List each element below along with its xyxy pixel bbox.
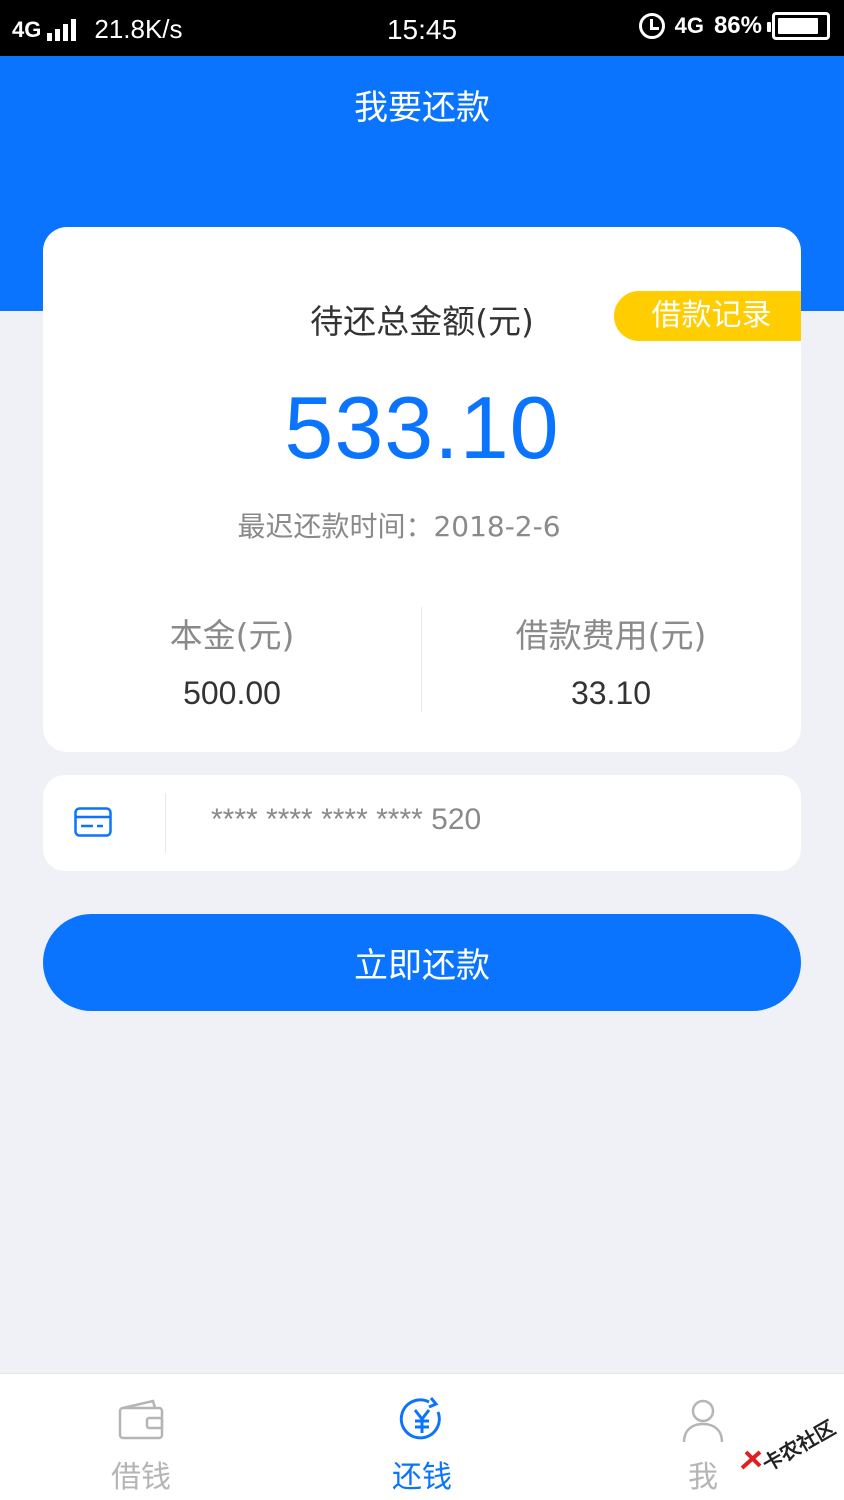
tab-borrow[interactable]: 借钱 <box>41 1374 241 1500</box>
fee-value: 33.10 <box>570 675 652 711</box>
tab-bar: 借钱 还钱 我 <box>0 1373 844 1500</box>
wallet-icon <box>118 1399 164 1440</box>
user-icon <box>682 1399 724 1443</box>
status-bar: 4G 21.8K/s 15:45 4G 86% <box>0 0 844 56</box>
yuan-repay-icon <box>399 1397 441 1440</box>
bank-card-icon <box>74 807 112 837</box>
page-title: 我要还款 <box>354 88 490 128</box>
tab-borrow-label: 借钱 <box>111 1460 171 1495</box>
network-type-right: 4G <box>674 13 704 38</box>
repayment-summary-card: 待还总金额(元) 借款记录 533.10 最迟还款时间：2018-2-6 本金(… <box>43 227 801 752</box>
bank-card-number: **** **** **** **** 520 <box>211 803 482 836</box>
principal-value: 500.00 <box>183 675 281 711</box>
bank-card-selector[interactable]: **** **** **** **** 520 <box>43 775 801 871</box>
fee-block: 借款费用(元) 33.10 <box>421 609 801 712</box>
card-divider <box>165 793 166 853</box>
watermark-text: 卡农社区 <box>758 1415 840 1477</box>
principal-label: 本金(元) <box>169 616 295 655</box>
tab-repay-label: 还钱 <box>392 1460 452 1495</box>
due-date: 最迟还款时间：2018-2-6 <box>237 510 561 543</box>
battery-percent: 86% <box>713 12 762 39</box>
loan-record-button[interactable]: 借款记录 <box>614 291 801 341</box>
total-due-amount: 533.10 <box>284 378 560 477</box>
alarm-icon <box>638 13 665 39</box>
status-right: 4G 86% <box>638 12 830 40</box>
principal-block: 本金(元) 500.00 <box>43 609 421 712</box>
repay-now-button[interactable]: 立即还款 <box>43 914 801 1011</box>
fee-label: 借款费用(元) <box>515 616 707 655</box>
battery-icon <box>767 12 830 40</box>
watermark: 卡农社区 <box>740 1408 839 1482</box>
tab-repay[interactable]: 还钱 <box>322 1374 522 1500</box>
